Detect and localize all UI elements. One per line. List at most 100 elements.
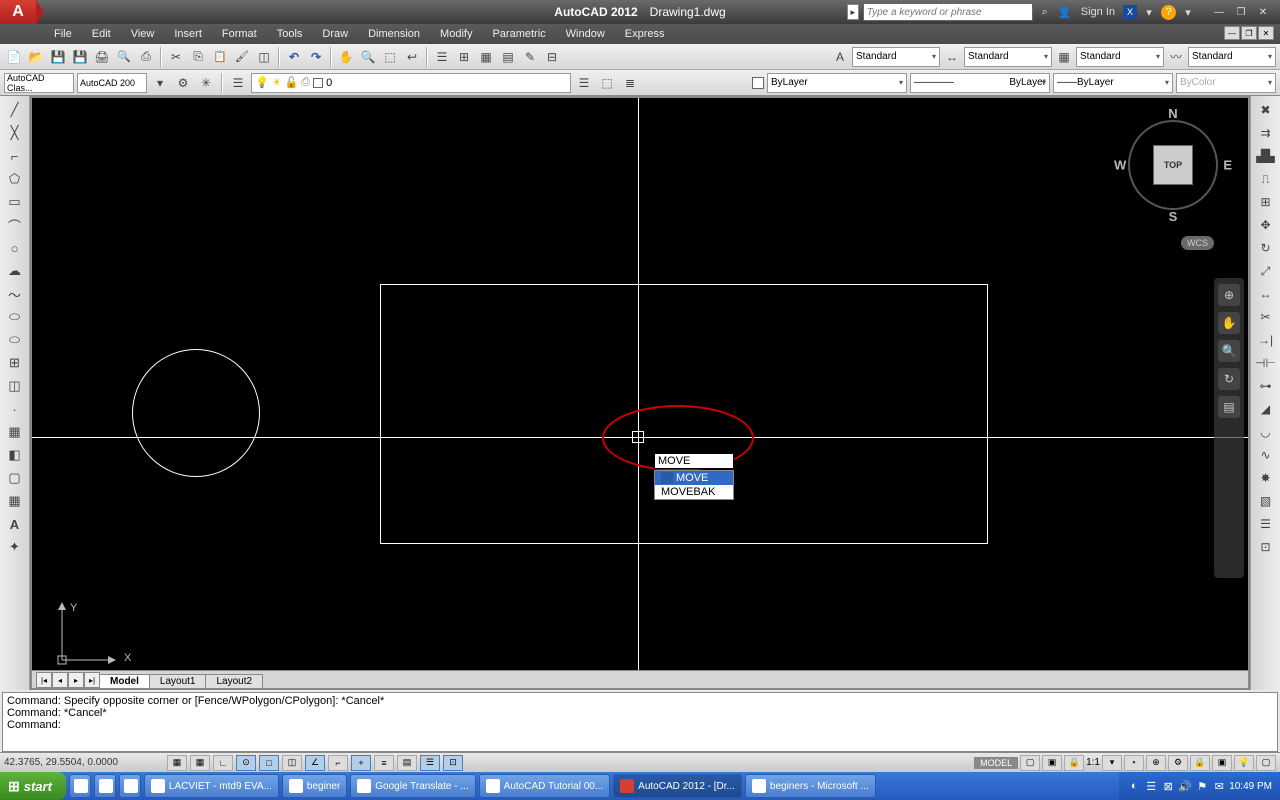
color-dropdown[interactable]: ByLayer bbox=[767, 73, 907, 93]
menu-parametric[interactable]: Parametric bbox=[482, 28, 555, 40]
osnap-toggle[interactable]: □ bbox=[259, 755, 279, 771]
circle-entity[interactable] bbox=[132, 349, 260, 477]
menu-format[interactable]: Format bbox=[212, 28, 267, 40]
ducs-toggle[interactable]: ⌐ bbox=[328, 755, 348, 771]
menu-modify[interactable]: Modify bbox=[430, 28, 482, 40]
tray-icon[interactable]: ⊠ bbox=[1161, 779, 1175, 793]
menu-view[interactable]: View bbox=[121, 28, 165, 40]
point-tool[interactable]: · bbox=[4, 399, 26, 419]
save-button[interactable] bbox=[48, 47, 68, 67]
clock[interactable]: 10:49 PM bbox=[1229, 781, 1272, 792]
new-button[interactable] bbox=[4, 47, 24, 67]
menu-edit[interactable]: Edit bbox=[82, 28, 121, 40]
menu-window[interactable]: Window bbox=[556, 28, 615, 40]
viewcube-face[interactable]: TOP bbox=[1153, 145, 1193, 185]
task-item[interactable]: LACVIET - mtd9 EVA... bbox=[144, 774, 279, 798]
zoom-win-button[interactable]: ⬚ bbox=[380, 47, 400, 67]
region-tool[interactable]: ▢ bbox=[4, 468, 26, 488]
rotate-tool[interactable]: ↻ bbox=[1256, 238, 1276, 258]
tray-icon[interactable]: ✉ bbox=[1212, 779, 1226, 793]
toolbar-lock-button[interactable]: 🔒 bbox=[1190, 755, 1210, 771]
tab-model[interactable]: Model bbox=[99, 674, 150, 688]
ellipse-tool[interactable]: ⬭ bbox=[4, 307, 26, 327]
pan-icon[interactable]: ✋ bbox=[1218, 312, 1240, 334]
tray-icon[interactable]: ⚑ bbox=[1195, 779, 1209, 793]
saveas-button[interactable]: 💾 bbox=[70, 47, 90, 67]
wcs-label[interactable]: WCS bbox=[1181, 236, 1214, 250]
user-icon[interactable]: 👤 bbox=[1057, 4, 1073, 20]
mlstyle-dropdown[interactable]: Standard bbox=[1188, 47, 1276, 67]
start-button[interactable]: start bbox=[0, 772, 66, 800]
dimstyle-dropdown[interactable]: Standard bbox=[964, 47, 1052, 67]
maximize-button[interactable]: ❐ bbox=[1230, 4, 1252, 20]
tab-prev-button[interactable]: ◂ bbox=[52, 672, 68, 688]
hardware-button[interactable]: ▣ bbox=[1212, 755, 1232, 771]
task-item[interactable]: Google Translate - ... bbox=[350, 774, 475, 798]
ql-icon[interactable] bbox=[119, 774, 141, 798]
copy-tool[interactable]: ⇉ bbox=[1256, 123, 1276, 143]
qview-button[interactable]: ▢ bbox=[1020, 755, 1040, 771]
coordinates[interactable]: 42.3765, 29.5504, 0.0000 bbox=[4, 757, 164, 768]
line-tool[interactable]: ╱ bbox=[4, 100, 26, 120]
dynamic-input[interactable] bbox=[654, 453, 734, 469]
redo-button[interactable] bbox=[306, 47, 326, 67]
publish-button[interactable]: ⎙ bbox=[136, 47, 156, 67]
erase-tool[interactable]: ✖ bbox=[1256, 100, 1276, 120]
annoscale-value[interactable]: 1:1 bbox=[1086, 757, 1100, 768]
open-button[interactable] bbox=[26, 47, 46, 67]
setbylayer-tool[interactable]: ☰ bbox=[1256, 514, 1276, 534]
qp-toggle[interactable]: ☰ bbox=[420, 755, 440, 771]
menu-tools[interactable]: Tools bbox=[267, 28, 313, 40]
ws-dropdown-icon[interactable]: ▾ bbox=[150, 73, 170, 93]
draworder-tool[interactable]: ▧ bbox=[1256, 491, 1276, 511]
spline-tool[interactable]: 〜 bbox=[4, 284, 26, 304]
cmd-prompt[interactable]: Command: bbox=[7, 719, 1273, 731]
textstyle-icon[interactable]: A bbox=[830, 47, 850, 67]
space-tool[interactable]: ⊡ bbox=[1256, 537, 1276, 557]
menu-dimension[interactable]: Dimension bbox=[358, 28, 430, 40]
zoom-icon[interactable]: 🔍 bbox=[1218, 340, 1240, 362]
linetype-dropdown[interactable]: ————ByLayer bbox=[910, 73, 1050, 93]
ellipse-arc-tool[interactable]: ⬭ bbox=[4, 330, 26, 350]
tray-icon[interactable]: ☰ bbox=[1144, 779, 1158, 793]
workspace2-dropdown[interactable]: AutoCAD 200 bbox=[77, 73, 147, 93]
block-tool[interactable]: ◫ bbox=[4, 376, 26, 396]
otrack-toggle[interactable]: ∠ bbox=[305, 755, 325, 771]
explode-tool[interactable]: ✸ bbox=[1256, 468, 1276, 488]
menu-express[interactable]: Express bbox=[615, 28, 675, 40]
exchange-icon[interactable]: X bbox=[1123, 5, 1137, 19]
3dosnap-toggle[interactable]: ◫ bbox=[282, 755, 302, 771]
xline-tool[interactable]: ╳ bbox=[4, 123, 26, 143]
plot-button[interactable] bbox=[92, 47, 112, 67]
fillet-tool[interactable]: ◡ bbox=[1256, 422, 1276, 442]
ortho-toggle[interactable]: ∟ bbox=[213, 755, 233, 771]
binoculars-icon[interactable]: ⌕ bbox=[1037, 4, 1053, 20]
workspace-dropdown[interactable]: AutoCAD Clas... bbox=[4, 73, 74, 93]
task-item-active[interactable]: AutoCAD 2012 - [Dr... bbox=[613, 774, 742, 798]
circle-tool[interactable]: ○ bbox=[4, 238, 26, 258]
snap-toggle[interactable]: ▦ bbox=[167, 755, 187, 771]
viewcube-west[interactable]: W bbox=[1114, 158, 1126, 173]
orbit-icon[interactable]: ↻ bbox=[1218, 368, 1240, 390]
tab-next-button[interactable]: ▸ bbox=[68, 672, 84, 688]
arc-tool[interactable]: ⌒ bbox=[4, 215, 26, 235]
help-icon[interactable]: ? bbox=[1161, 5, 1176, 20]
gradient-tool[interactable]: ◧ bbox=[4, 445, 26, 465]
polygon-tool[interactable]: ⬠ bbox=[4, 169, 26, 189]
mlstyle-icon[interactable]: 〰 bbox=[1166, 47, 1186, 67]
viewcube-east[interactable]: E bbox=[1223, 158, 1232, 173]
join-tool[interactable]: ⊶ bbox=[1256, 376, 1276, 396]
model-space-button[interactable]: MODEL bbox=[974, 757, 1018, 769]
dropdown-icon[interactable]: ▾ bbox=[1180, 4, 1196, 20]
close-button[interactable]: ✕ bbox=[1252, 4, 1274, 20]
search-go-icon[interactable]: ▸ bbox=[847, 4, 859, 20]
search-input[interactable] bbox=[863, 3, 1033, 21]
mirror-tool[interactable]: ▟▙ bbox=[1256, 146, 1276, 166]
pan-button[interactable]: ✋ bbox=[336, 47, 356, 67]
lineweight-dropdown[interactable]: —— ByLayer bbox=[1053, 73, 1173, 93]
preview-button[interactable] bbox=[114, 47, 134, 67]
app-logo[interactable]: A bbox=[0, 0, 36, 24]
markup-button[interactable]: ✎ bbox=[520, 47, 540, 67]
paste-button[interactable] bbox=[210, 47, 230, 67]
table-tool[interactable]: ▦ bbox=[4, 491, 26, 511]
